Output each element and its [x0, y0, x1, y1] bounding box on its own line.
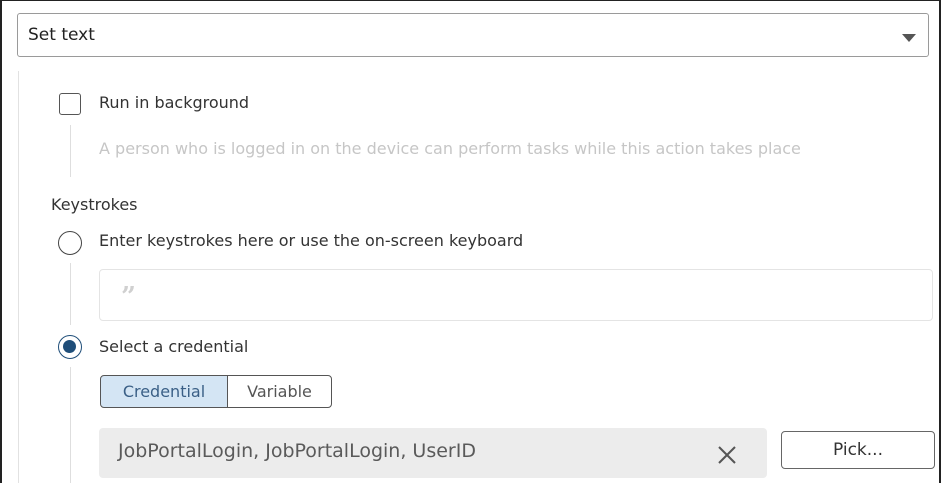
keystrokes-input[interactable]: ” — [99, 269, 933, 321]
section-guide-line — [18, 71, 19, 483]
pick-credential-button[interactable]: Pick... — [781, 431, 935, 469]
option-guide-line — [70, 263, 71, 325]
run-in-background-checkbox[interactable] — [59, 93, 81, 115]
option-guide-line — [70, 367, 71, 483]
keystrokes-manual-radio[interactable] — [58, 231, 82, 255]
keystrokes-manual-label: Enter keystrokes here or use the on-scre… — [99, 231, 524, 250]
keystrokes-heading: Keystrokes — [51, 195, 138, 214]
close-icon[interactable] — [714, 442, 740, 468]
run-in-background-description: A person who is logged in on the device … — [99, 139, 801, 158]
action-panel: Set text Run in background A person who … — [0, 0, 941, 483]
credential-value-field[interactable]: JobPortalLogin, JobPortalLogin, UserID — [99, 428, 767, 478]
action-type-value: Set text — [28, 25, 95, 45]
quote-icon: ” — [121, 282, 136, 312]
chevron-down-icon — [902, 34, 916, 42]
option-guide-line — [70, 125, 71, 177]
action-type-dropdown[interactable]: Set text — [17, 13, 929, 57]
credential-value-text: JobPortalLogin, JobPortalLogin, UserID — [118, 440, 476, 462]
tab-variable[interactable]: Variable — [227, 375, 332, 408]
credential-radio-label: Select a credential — [99, 337, 249, 356]
run-in-background-label: Run in background — [99, 93, 250, 112]
credential-radio[interactable] — [58, 335, 82, 359]
tab-credential[interactable]: Credential — [100, 375, 228, 408]
